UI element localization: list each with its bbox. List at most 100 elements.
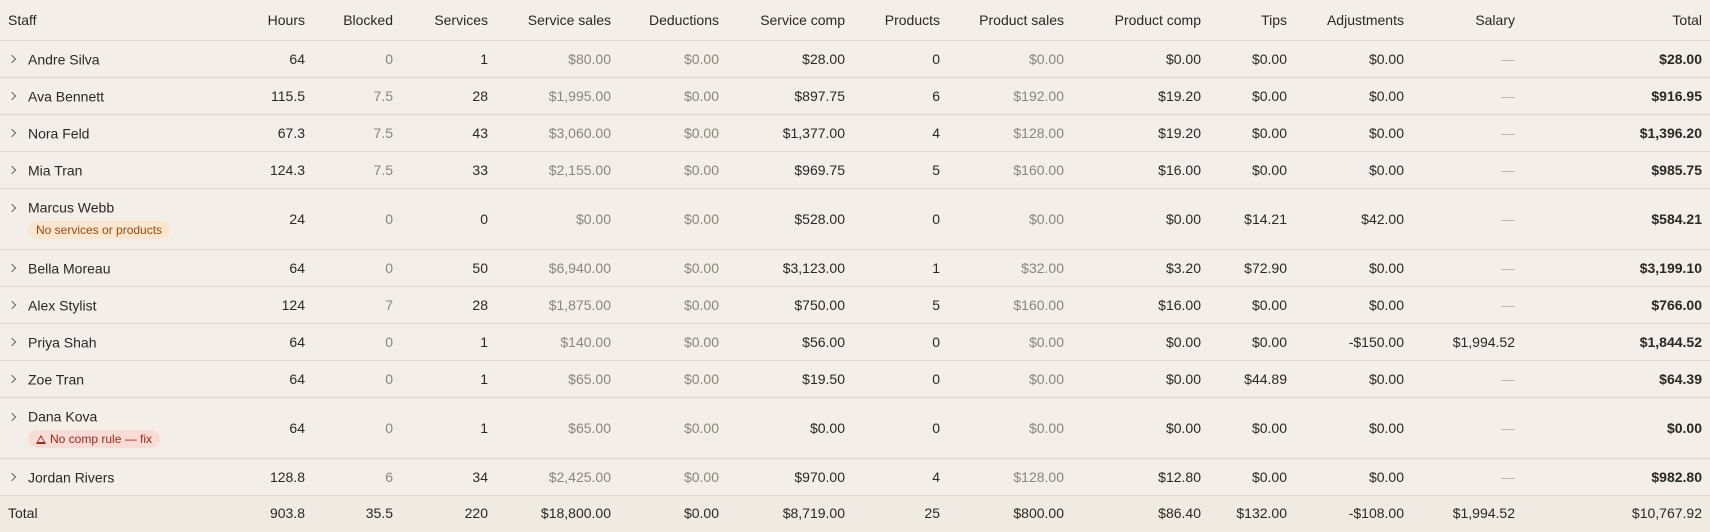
cell-products: 4 bbox=[853, 114, 948, 152]
warning-badge[interactable]: No comp rule — fix bbox=[28, 429, 161, 448]
table-row[interactable]: Alex Stylist 124 7 28 $1,875.00 $0.00 $750.00 5… bbox=[0, 286, 1710, 324]
table-row[interactable]: Jordan Rivers 128.8 6 34 $2,425.00 $0.00 $970.… bbox=[0, 458, 1710, 496]
table-row[interactable]: Nora Feld 67.3 7.5 43 $3,060.00 $0.00 $1,377.0… bbox=[0, 114, 1710, 152]
cell-product-sales: $160.00 bbox=[948, 151, 1072, 189]
column-header-deductions[interactable]: Deductions bbox=[619, 0, 727, 41]
cell-services: 28 bbox=[401, 77, 496, 115]
cell-tips: $72.90 bbox=[1209, 249, 1295, 287]
staff-cell[interactable]: Andre Silva bbox=[0, 40, 230, 78]
totals-products: 25 bbox=[853, 495, 948, 531]
cell-deductions: $0.00 bbox=[619, 77, 727, 115]
cell-product-sales: $128.00 bbox=[948, 114, 1072, 152]
cell-service-comp: $897.75 bbox=[727, 77, 853, 115]
totals-total: $10,767.92 bbox=[1523, 495, 1710, 531]
table-row[interactable]: Zoe Tran 64 0 1 $65.00 $0.00 $19.50 0 $0.00 $0.00… bbox=[0, 360, 1710, 398]
cell-adjustments: -$150.00 bbox=[1295, 323, 1412, 361]
payroll-table: Staff Hours Blocked Services Service sal… bbox=[0, 0, 1710, 531]
cell-total: $3,199.10 bbox=[1523, 249, 1710, 287]
cell-deductions: $0.00 bbox=[619, 286, 727, 324]
cell-service-comp: $0.00 bbox=[727, 397, 853, 459]
staff-cell[interactable]: Priya Shah bbox=[0, 323, 230, 361]
cell-adjustments: $0.00 bbox=[1295, 151, 1412, 189]
cell-deductions: $0.00 bbox=[619, 114, 727, 152]
column-header-products[interactable]: Products bbox=[853, 0, 948, 41]
totals-service-comp: $8,719.00 bbox=[727, 495, 853, 531]
cell-total: $766.00 bbox=[1523, 286, 1710, 324]
column-header-adjustments[interactable]: Adjustments bbox=[1295, 0, 1412, 41]
cell-salary: — bbox=[1412, 40, 1523, 78]
column-header-total[interactable]: Total bbox=[1523, 0, 1710, 41]
cell-services: 1 bbox=[401, 323, 496, 361]
staff-cell[interactable]: Jordan Rivers bbox=[0, 458, 230, 496]
staff-cell[interactable]: Bella Moreau bbox=[0, 249, 230, 287]
staff-cell[interactable]: Nora Feld bbox=[0, 114, 230, 152]
chevron-right-icon[interactable] bbox=[8, 263, 18, 273]
cell-product-comp: $3.20 bbox=[1072, 249, 1209, 287]
column-header-hours[interactable]: Hours bbox=[230, 0, 313, 41]
cell-services: 34 bbox=[401, 458, 496, 496]
table-row[interactable]: Priya Shah 64 0 1 $140.00 $0.00 $56.00 0 $0.00 $0… bbox=[0, 323, 1710, 361]
cell-adjustments: $0.00 bbox=[1295, 114, 1412, 152]
cell-tips: $0.00 bbox=[1209, 114, 1295, 152]
cell-salary: $1,994.52 bbox=[1412, 323, 1523, 361]
staff-cell[interactable]: Dana Kova No comp rule — fix bbox=[0, 397, 230, 459]
cell-total: $985.75 bbox=[1523, 151, 1710, 189]
cell-hours: 124.3 bbox=[230, 151, 313, 189]
cell-product-comp: $0.00 bbox=[1072, 397, 1209, 459]
staff-cell[interactable]: Mia Tran bbox=[0, 151, 230, 189]
totals-services: 220 bbox=[401, 495, 496, 531]
table-row[interactable]: Marcus Webb No services or products 24 0 0 $0… bbox=[0, 188, 1710, 250]
table-row[interactable]: Ava Bennett 115.5 7.5 28 $1,995.00 $0.00 $897.… bbox=[0, 77, 1710, 115]
cell-service-comp: $528.00 bbox=[727, 188, 853, 250]
table-row[interactable]: Andre Silva 64 0 1 $80.00 $0.00 $28.00 0 $0.00 $0… bbox=[0, 40, 1710, 78]
cell-blocked: 7 bbox=[313, 286, 401, 324]
cell-services: 50 bbox=[401, 249, 496, 287]
cell-service-comp: $56.00 bbox=[727, 323, 853, 361]
cell-services: 1 bbox=[401, 40, 496, 78]
cell-products: 4 bbox=[853, 458, 948, 496]
chevron-right-icon[interactable] bbox=[8, 300, 18, 310]
staff-name: Ava Bennett bbox=[28, 88, 105, 105]
table-row[interactable]: Mia Tran 124.3 7.5 33 $2,155.00 $0.00 $969.75 5… bbox=[0, 151, 1710, 189]
cell-service-comp: $969.75 bbox=[727, 151, 853, 189]
column-header-product-sales[interactable]: Product sales bbox=[948, 0, 1072, 41]
column-header-staff[interactable]: Staff bbox=[0, 0, 230, 41]
chevron-right-icon[interactable] bbox=[8, 54, 18, 64]
chevron-right-icon[interactable] bbox=[8, 128, 18, 138]
staff-cell[interactable]: Zoe Tran bbox=[0, 360, 230, 398]
staff-cell[interactable]: Alex Stylist bbox=[0, 286, 230, 324]
cell-product-sales: $192.00 bbox=[948, 77, 1072, 115]
staff-cell[interactable]: Ava Bennett bbox=[0, 77, 230, 115]
chevron-right-icon[interactable] bbox=[8, 91, 18, 101]
column-header-salary[interactable]: Salary bbox=[1412, 0, 1523, 41]
column-header-product-comp[interactable]: Product comp bbox=[1072, 0, 1209, 41]
table-row[interactable]: Bella Moreau 64 0 50 $6,940.00 $0.00 $3,123.00… bbox=[0, 249, 1710, 287]
chevron-right-icon[interactable] bbox=[8, 203, 18, 213]
column-header-tips[interactable]: Tips bbox=[1209, 0, 1295, 41]
column-header-services[interactable]: Services bbox=[401, 0, 496, 41]
cell-hours: 24 bbox=[230, 188, 313, 250]
cell-services: 43 bbox=[401, 114, 496, 152]
staff-name: Bella Moreau bbox=[28, 260, 111, 277]
cell-products: 0 bbox=[853, 360, 948, 398]
column-header-service-sales[interactable]: Service sales bbox=[496, 0, 619, 41]
cell-hours: 67.3 bbox=[230, 114, 313, 152]
cell-total: $916.95 bbox=[1523, 77, 1710, 115]
warning-icon bbox=[36, 434, 46, 444]
staff-cell[interactable]: Marcus Webb No services or products bbox=[0, 188, 230, 250]
column-header-service-comp[interactable]: Service comp bbox=[727, 0, 853, 41]
cell-hours: 115.5 bbox=[230, 77, 313, 115]
chevron-right-icon[interactable] bbox=[8, 412, 18, 422]
cell-product-sales: $0.00 bbox=[948, 323, 1072, 361]
cell-total: $64.39 bbox=[1523, 360, 1710, 398]
chevron-right-icon[interactable] bbox=[8, 165, 18, 175]
chevron-right-icon[interactable] bbox=[8, 374, 18, 384]
cell-products: 5 bbox=[853, 151, 948, 189]
cell-tips: $0.00 bbox=[1209, 77, 1295, 115]
chevron-right-icon[interactable] bbox=[8, 472, 18, 482]
table-row[interactable]: Dana Kova No comp rule — fix 64 0 1 $65.00 $0.… bbox=[0, 397, 1710, 459]
chevron-right-icon[interactable] bbox=[8, 337, 18, 347]
totals-hours: 903.8 bbox=[230, 495, 313, 531]
cell-service-comp: $750.00 bbox=[727, 286, 853, 324]
column-header-blocked[interactable]: Blocked bbox=[313, 0, 401, 41]
